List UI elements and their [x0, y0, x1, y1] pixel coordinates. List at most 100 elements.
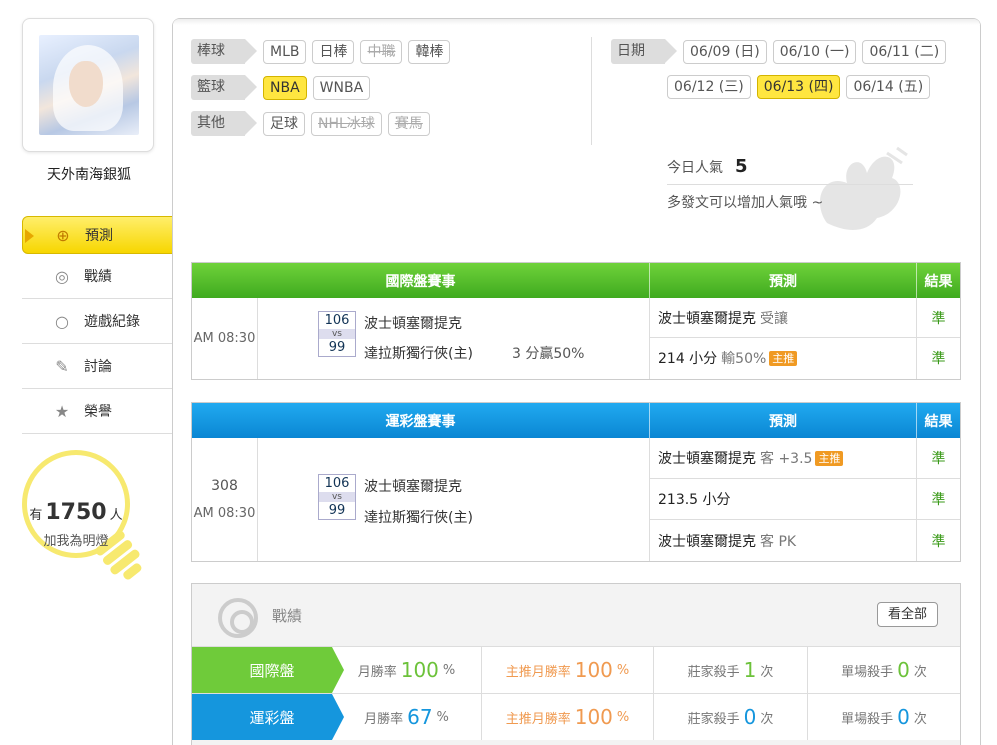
score-team1: 106	[324, 313, 350, 328]
popularity-value: 5	[735, 156, 748, 177]
tag-kbo[interactable]: 韓棒	[408, 39, 451, 64]
nav-item-record[interactable]: ◎ 戰績	[22, 254, 172, 299]
popularity-box: 今日人氣 5 多發文可以增加人氣哦 ~	[667, 149, 913, 221]
prediction-row: 波士頓塞爾提克客 +3.5 主推	[650, 438, 916, 479]
nav-item-discuss[interactable]: ✎ 討論	[22, 344, 172, 389]
game-cell: 106 vs 99 波士頓塞爾提克 達拉斯獨行俠(主)	[258, 438, 650, 561]
team1-name: 波士頓塞爾提克	[364, 316, 462, 332]
result-value: 準	[931, 351, 946, 367]
avatar-card	[22, 18, 154, 152]
stat-label: 單場殺手	[841, 664, 894, 680]
result-cell: 準 準	[917, 298, 960, 379]
tag-wnba[interactable]: WNBA	[312, 75, 371, 100]
nav-item-honor[interactable]: ★ 榮譽	[22, 389, 172, 434]
result-value: 準	[917, 438, 960, 479]
stat-label: 莊家殺手	[687, 664, 740, 680]
record-row-intl: 國際盤 月勝率 100% 主推月勝率 100% 莊家殺手 1 次 單場殺手 0 次	[192, 646, 960, 693]
intl-table-header: 國際盤賽事 預測 結果	[192, 263, 960, 298]
intl-result-header: 結果	[924, 273, 953, 290]
monthly-win-rate: 月勝率 100%	[332, 647, 482, 693]
prediction-sub: 受讓	[760, 310, 788, 327]
nav-label: 預測	[85, 228, 113, 244]
nav-label: 榮譽	[84, 404, 112, 420]
date-0609[interactable]: 06/09 (日)	[683, 39, 767, 64]
vs-label: vs	[319, 492, 355, 502]
prediction-cell: 波士頓塞爾提克 受讓 214 小分 輸50% 主推	[650, 298, 917, 379]
stat-value: 100	[574, 705, 613, 729]
score-team2: 99	[328, 503, 346, 518]
sport-game-header: 運彩盤賽事	[192, 403, 650, 438]
record-title: 戰績	[272, 607, 303, 625]
nav-item-predict[interactable]: ⊕ 預測	[22, 216, 193, 254]
follow-bulb[interactable]: 有 1750 人 加我為明燈	[22, 450, 144, 610]
record-row-label: 運彩盤	[192, 694, 344, 740]
category-basketball: 籃球	[191, 75, 257, 100]
score-box: 106 vs 99	[318, 474, 356, 520]
target-icon	[218, 598, 258, 638]
team1-name: 波士頓塞爾提克	[364, 479, 462, 495]
record-row-label: 國際盤	[192, 647, 344, 693]
date-0614[interactable]: 06/14 (五)	[846, 75, 931, 99]
prediction-row: 波士頓塞爾提克 受讓	[650, 298, 916, 338]
stat-unit: %	[436, 709, 449, 725]
stat-label: 主推月勝率	[505, 664, 571, 680]
intl-table: 國際盤賽事 預測 結果 AM 08:30 106 vs 99 波士頓塞爾提克 達…	[191, 262, 961, 380]
prediction-sub: 客 PK	[760, 533, 797, 550]
username[interactable]: 天外南海銀狐	[22, 164, 156, 184]
see-all-button[interactable]: 看全部	[876, 602, 938, 627]
table-row: AM 08:30 106 vs 99 波士頓塞爾提克 達拉斯獨行俠(主) 3 分…	[192, 298, 960, 379]
handicap-info: 3 分贏50%	[512, 346, 585, 362]
stat-label: 莊家殺手	[687, 711, 740, 727]
follow-label: 加我為明燈	[43, 534, 109, 549]
result-value: 準	[931, 533, 946, 550]
result-cell: 準 準 準	[917, 438, 960, 561]
monthly-win-rate: 月勝率 67%	[332, 694, 482, 740]
stat-unit: 次	[760, 711, 774, 727]
date-0610[interactable]: 06/10 (一)	[772, 39, 857, 64]
date-0611[interactable]: 06/11 (二)	[862, 39, 947, 64]
main-panel: 棒球 MLB 日棒 中職 韓棒 籃球 NBA WNBA 其他 足球 NHL冰球 …	[172, 18, 981, 745]
filter-divider	[591, 37, 592, 145]
tag-soccer[interactable]: 足球	[263, 111, 305, 136]
main-pick-badge: 主推	[815, 450, 844, 466]
stat-unit: %	[616, 662, 630, 678]
tag-mlb[interactable]: MLB	[263, 39, 307, 64]
record-panel: 戰績 看全部 國際盤 月勝率 100% 主推月勝率 100% 莊家殺手 1 次 單場殺手…	[191, 583, 961, 745]
tag-npb[interactable]: 日棒	[312, 39, 355, 64]
prediction-main: 波士頓塞爾提克	[658, 533, 756, 550]
result-value: 準	[917, 298, 960, 338]
fan-number: 1750	[45, 500, 107, 525]
avatar[interactable]	[39, 35, 139, 135]
prediction-main: 213.5 小分	[658, 492, 731, 508]
fan-count: 有 1750 人	[22, 500, 130, 525]
game-number: 308	[211, 478, 238, 494]
game-time-cell: 308 AM 08:30	[192, 438, 258, 561]
target-icon: ⊕	[56, 225, 70, 245]
sport-table-header: 運彩盤賽事 預測 結果	[192, 403, 960, 438]
stat-label: 月勝率	[364, 711, 404, 727]
fan-suffix: 人	[109, 508, 123, 523]
stat-value: 67	[407, 705, 433, 729]
table-row: 308 AM 08:30 106 vs 99 波士頓塞爾提克 達拉斯獨行俠(主)…	[192, 438, 960, 561]
stat-unit: 次	[913, 664, 927, 680]
prediction-row: 波士頓塞爾提克客 PK	[650, 520, 916, 561]
main-pick-win-rate: 主推月勝率 100%	[482, 647, 654, 693]
intl-pred-header: 預測	[650, 263, 917, 298]
chart-swirl-icon: ◎	[55, 266, 69, 286]
tag-nba[interactable]: NBA	[263, 75, 307, 100]
popularity-hint: 多發文可以增加人氣哦 ~	[667, 195, 824, 211]
nav-item-game-log[interactable]: ○ 遊戲紀錄	[22, 299, 172, 344]
team2-name: 達拉斯獨行俠(主)	[364, 510, 473, 526]
date-0613[interactable]: 06/13 (四)	[756, 75, 841, 99]
dealer-killer: 莊家殺手 0 次	[654, 694, 808, 740]
stat-value: 1	[743, 658, 757, 682]
game-time: AM 08:30	[193, 331, 256, 346]
date-0612[interactable]: 06/12 (三)	[667, 75, 751, 99]
prediction-row: 213.5 小分	[650, 479, 916, 520]
filter-basketball: 籃球 NBA WNBA	[191, 75, 371, 100]
prediction-main: 波士頓塞爾提克	[658, 310, 756, 327]
side-nav: ⊕ 預測 ◎ 戰績 ○ 遊戲紀錄 ✎ 討論 ★ 榮譽	[22, 216, 193, 434]
score-team2: 99	[328, 340, 346, 355]
dealer-killer: 莊家殺手 1 次	[654, 647, 808, 693]
single-game-killer: 單場殺手 0 次	[808, 694, 960, 740]
